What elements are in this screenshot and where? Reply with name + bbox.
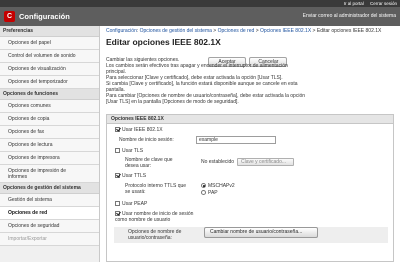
breadcrumb-system[interactable]: Opciones de gestión del sistema <box>140 28 212 34</box>
use-ttls-row: Usar TTLS <box>115 173 146 179</box>
email-admin-link[interactable]: Enviar correo al administrador del siste… <box>303 13 396 19</box>
sidebar-item-common[interactable]: Opciones comunes <box>0 100 99 113</box>
top-bar: Ir al portal Cerrar sesión <box>0 0 400 7</box>
use-peap-checkbox[interactable] <box>115 201 120 206</box>
use-tls-row: Usar TLS <box>115 148 143 154</box>
login-name-label: Nombre de inicio sesión: <box>119 137 174 143</box>
sidebar-item-import-export[interactable]: Importar/Exportar <box>0 233 99 246</box>
portal-link[interactable]: Ir al portal <box>344 1 364 6</box>
mschapv2-radio[interactable] <box>201 183 206 188</box>
pap-radio[interactable] <box>201 190 206 195</box>
sidebar-item-display[interactable]: Opciones de visualización <box>0 63 99 76</box>
sidebar-item-fax[interactable]: Opciones de fax <box>0 126 99 139</box>
sidebar-item-scan[interactable]: Opciones de lectura <box>0 139 99 152</box>
use-ieee-checkbox[interactable] <box>115 127 120 132</box>
page-title: Editar opciones IEEE 802.1X <box>106 37 221 47</box>
logout-link[interactable]: Cerrar sesión <box>370 1 397 6</box>
description-line: Para cambiar [Opciones de nombre de usua… <box>106 93 306 105</box>
ttls-option-mschapv2: MSCHAPv2 <box>201 183 235 189</box>
sidebar-item-printer[interactable]: Opciones de impresora <box>0 152 99 165</box>
breadcrumb: Configuración: Opciones de gestión del s… <box>106 28 382 34</box>
sidebar-item-system-management[interactable]: Gestión del sistema <box>0 194 99 207</box>
description-line: Si cambia [Clave y certificado], la func… <box>106 81 298 93</box>
description-line: Los cambios serán efectivos tras apagar … <box>106 63 288 75</box>
sidebar-item-paper[interactable]: Opciones del papel <box>0 37 99 50</box>
use-tls-label: Usar TLS <box>122 148 144 154</box>
main-content: Configuración: Opciones de gestión del s… <box>106 28 396 47</box>
sidebar-item-volume[interactable]: Control del volumen de sonido <box>0 50 99 63</box>
sidebar-section-system: Opciones de gestión del sistema <box>0 183 99 194</box>
user-pass-label: Opciones de nombre de usuario/contraseña… <box>128 229 182 241</box>
sidebar-item-report-print[interactable]: Opciones de impresión de informes <box>0 165 99 183</box>
use-login-name-row: Usar nombre de inicio de sesión como nom… <box>115 211 203 223</box>
key-status: No establecido <box>201 159 235 165</box>
breadcrumb-network[interactable]: Opciones de red <box>218 28 255 34</box>
ttls-protocol-label: Protocolo interno TTLS que se usará: <box>125 183 187 195</box>
breadcrumb-current: Editar opciones IEEE 802.1X <box>316 28 382 34</box>
use-ttls-label: Usar TTLS <box>122 173 147 179</box>
use-login-name-label: Usar nombre de inicio de sesión como nom… <box>115 211 194 223</box>
sidebar-item-security[interactable]: Opciones de seguridad <box>0 220 99 233</box>
sidebar-section-preferences: Preferencias <box>0 26 99 37</box>
app-header: C Configuración Enviar correo al adminis… <box>0 7 400 26</box>
use-peap-label: Usar PEAP <box>122 201 148 207</box>
key-name-label: Nombre de clave que desea usar: <box>125 157 173 169</box>
use-peap-row: Usar PEAP <box>115 201 147 207</box>
use-login-name-checkbox[interactable] <box>115 211 120 216</box>
use-ieee-row: Usar IEEE 802.1X <box>115 127 163 133</box>
breadcrumb-ieee[interactable]: Opciones IEEE 802.1X <box>260 28 311 34</box>
key-certificate-button[interactable]: Clave y certificado... <box>237 158 294 166</box>
breadcrumb-root[interactable]: Configuración <box>106 28 137 34</box>
ieee-settings-panel: Opciones IEEE 802.1X Usar IEEE 802.1X No… <box>106 114 394 262</box>
top-links: Ir al portal Cerrar sesión <box>339 1 397 6</box>
app-title: Configuración <box>19 12 70 21</box>
pap-label: PAP <box>208 190 218 196</box>
use-tls-checkbox[interactable] <box>115 148 120 153</box>
panel-title: Opciones IEEE 802.1X <box>107 115 393 124</box>
description-text: Cambiar las siguientes opciones. Los cam… <box>106 57 306 105</box>
use-ttls-checkbox[interactable] <box>115 173 120 178</box>
sidebar-item-network[interactable]: Opciones de red <box>0 207 99 220</box>
settings-logo-icon: C <box>4 11 15 22</box>
user-pass-row: Opciones de nombre de usuario/contraseña… <box>114 227 388 243</box>
sidebar-item-timer[interactable]: Opciones del temporizador <box>0 76 99 89</box>
change-user-pass-button[interactable]: Cambiar nombre de usuario/contraseña... <box>204 227 318 238</box>
use-ieee-label: Usar IEEE 802.1X <box>122 127 163 133</box>
mschapv2-label: MSCHAPv2 <box>208 183 235 189</box>
sidebar-section-functions: Opciones de funciones <box>0 89 99 100</box>
sidebar-item-copy[interactable]: Opciones de copia <box>0 113 99 126</box>
ttls-option-pap: PAP <box>201 190 218 196</box>
login-name-input[interactable]: example <box>196 136 276 144</box>
sidebar: Preferencias Opciones del papel Control … <box>0 26 100 262</box>
